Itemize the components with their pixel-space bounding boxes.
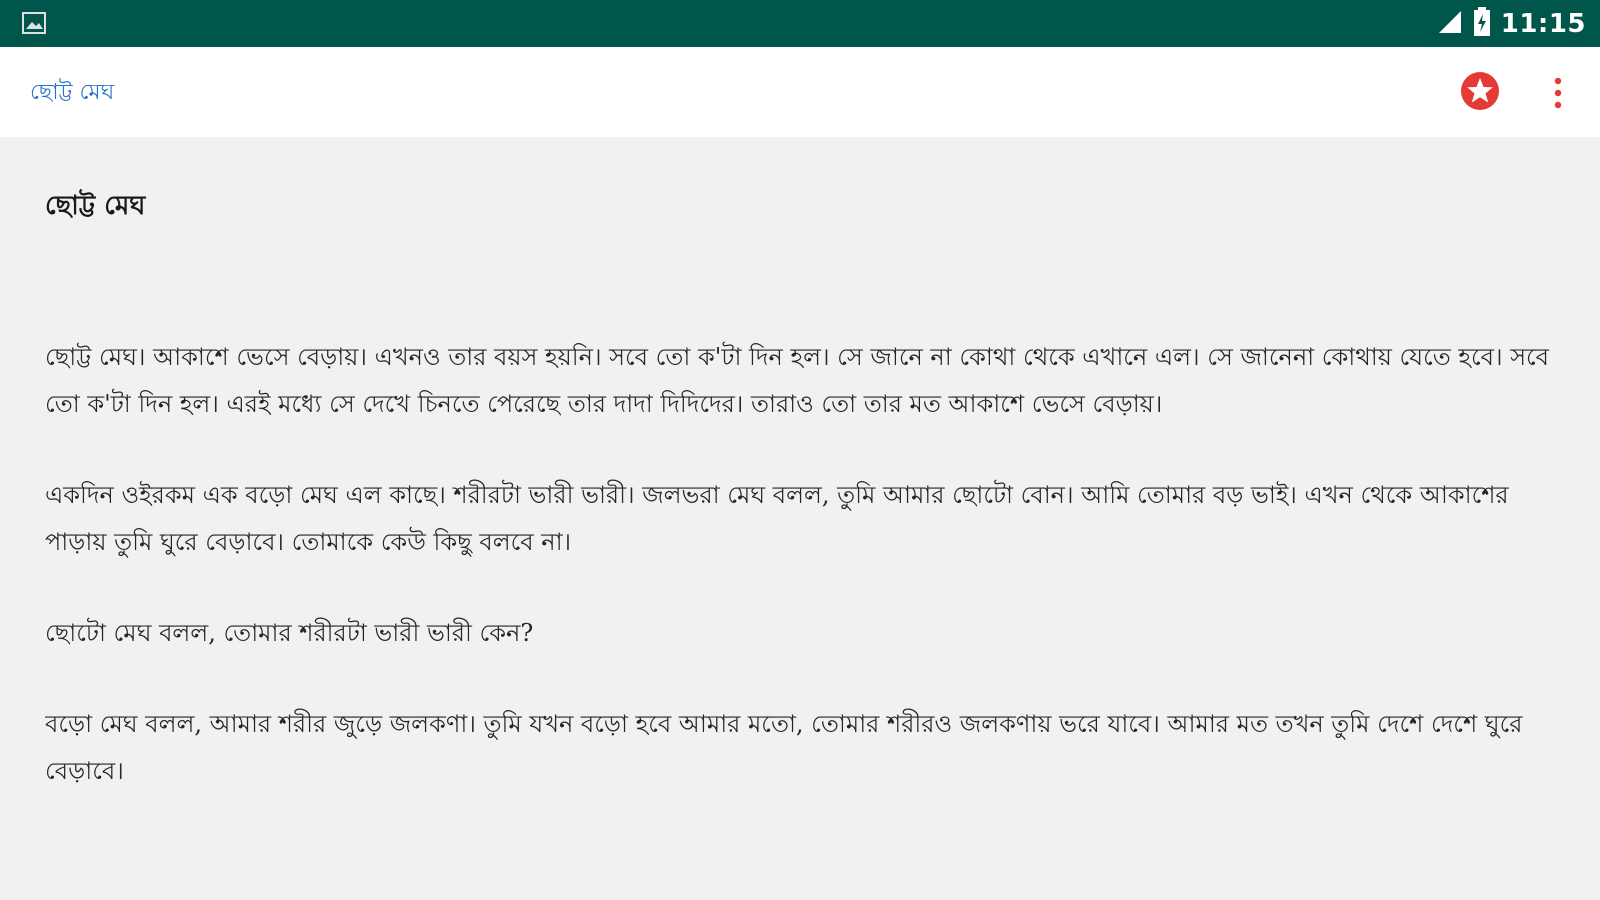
story-heading: ছোট্ট মেঘ — [45, 191, 146, 221]
story-paragraph: বড়ো মেঘ বলল, আমার শরীর জুড়ে জলকণা। তুম… — [45, 710, 1523, 785]
more-vert-icon[interactable] — [1545, 73, 1571, 113]
signal-icon — [1437, 9, 1463, 39]
story-paragraph: ছোটো মেঘ বলল, তোমার শরীরটা ভারী ভারী কেন… — [45, 619, 534, 647]
status-bar: 11:15 — [0, 0, 1600, 47]
story-content: ছোট্ট মেঘ ছোট্ট মেঘ। আকাশে ভেসে বেড়ায়।… — [45, 137, 1570, 900]
favorite-star-icon[interactable] — [1460, 71, 1500, 111]
app-toolbar: ছোট্ট মেঘ — [0, 47, 1600, 137]
gallery-icon — [22, 12, 46, 34]
story-paragraph: একদিন ওইরকম এক বড়ো মেঘ এল কাছে। শরীরটা … — [45, 481, 1509, 556]
story-paragraph: ছোট্ট মেঘ। আকাশে ভেসে বেড়ায়। এখনও তার … — [45, 343, 1550, 418]
toolbar-title: ছোট্ট মেঘ — [30, 80, 115, 105]
clock: 11:15 — [1500, 8, 1586, 39]
battery-charging-icon — [1473, 6, 1491, 41]
